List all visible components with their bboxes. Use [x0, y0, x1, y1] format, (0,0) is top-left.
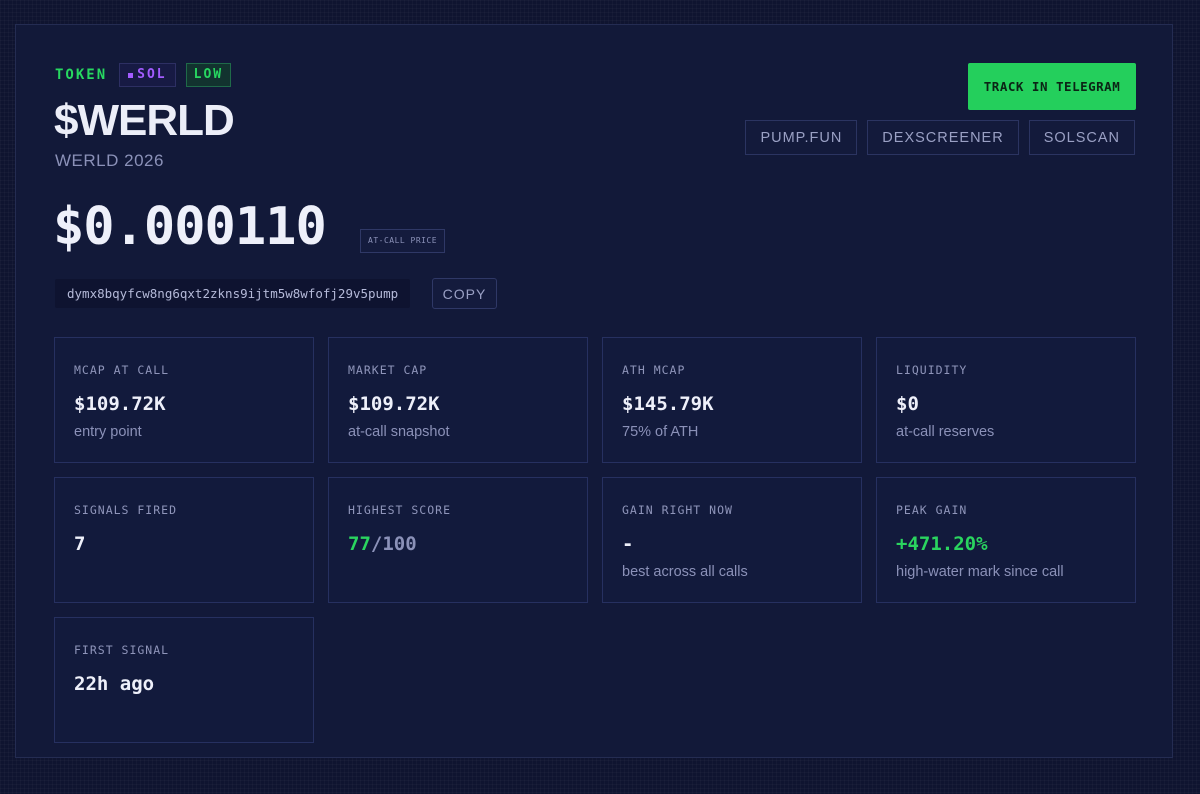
stat-value: 77/100 [348, 532, 568, 556]
stat-value: $145.79K [622, 393, 714, 415]
stat-label: PEAK GAIN [896, 503, 968, 517]
chain-badge: SOL [119, 63, 176, 87]
chain-label: SOL [137, 67, 167, 82]
stat-card-first-signal: FIRST SIGNAL 22h ago [54, 617, 314, 743]
stat-subtext: 75% of ATH [622, 424, 699, 440]
token-symbol: $WERLD [54, 96, 235, 145]
stat-value: +471.20% [896, 533, 988, 555]
stat-subtext: high-water mark since call [896, 564, 1064, 580]
score-max: /100 [370, 533, 417, 555]
stat-label: FIRST SIGNAL [74, 643, 170, 657]
stat-value: 22h ago [74, 673, 155, 695]
stat-label: SIGNALS FIRED [74, 503, 178, 517]
pumpfun-link[interactable]: PUMP.FUN [745, 120, 858, 155]
stat-card-gain-right-now: GAIN RIGHT NOW - best across all calls [602, 477, 862, 603]
solscan-link[interactable]: SOLSCAN [1028, 120, 1135, 155]
token-panel: TOKEN SOL LOW $WERLD WERLD 2026 $0.00011… [15, 24, 1173, 758]
stat-card-highest-score: HIGHEST SCORE 77/100 [328, 477, 588, 603]
stats-grid: MCAP AT CALL $109.72K entry point MARKET… [54, 337, 1136, 743]
stat-card-mcap-at-call: MCAP AT CALL $109.72K entry point [54, 337, 314, 463]
stat-subtext: entry point [74, 424, 142, 440]
stat-value: $0 [896, 393, 919, 415]
token-price: $0.000110 [53, 197, 327, 257]
stat-label: HIGHEST SCORE [348, 503, 452, 517]
contract-address: dymx8bqyfcw8ng6qxt2zkns9ijtm5w8wfofj29v5… [55, 279, 411, 308]
external-links: PUMP.FUN DEXSCREENER SOLSCAN [745, 120, 1135, 155]
stat-subtext: at-call reserves [896, 424, 995, 440]
track-telegram-button[interactable]: TRACK IN TELEGRAM [968, 63, 1136, 110]
price-badge: AT-CALL PRICE [360, 229, 446, 253]
risk-badge: LOW [185, 63, 232, 87]
stat-card-signals-fired: SIGNALS FIRED 7 [54, 477, 314, 603]
score-value: 77 [348, 533, 371, 555]
copy-address-button[interactable]: COPY [432, 278, 497, 309]
token-tags: TOKEN SOL LOW [55, 63, 232, 87]
stat-card-market-cap: MARKET CAP $109.72K at-call snapshot [328, 337, 588, 463]
stat-card-ath-mcap: ATH MCAP $145.79K 75% of ATH [602, 337, 862, 463]
stat-label: MARKET CAP [348, 363, 428, 377]
dexscreener-link[interactable]: DEXSCREENER [867, 120, 1019, 155]
token-name: WERLD 2026 [55, 151, 164, 170]
stat-label: GAIN RIGHT NOW [622, 503, 733, 517]
chain-dot-icon [128, 72, 134, 78]
token-tag: TOKEN [55, 67, 108, 83]
stat-value: 7 [74, 533, 86, 555]
stat-value: $109.72K [74, 393, 166, 415]
stat-value: - [622, 533, 634, 555]
stat-label: LIQUIDITY [896, 363, 968, 377]
stat-label: ATH MCAP [622, 363, 686, 377]
stat-card-liquidity: LIQUIDITY $0 at-call reserves [876, 337, 1136, 463]
stat-label: MCAP AT CALL [74, 363, 170, 377]
stat-value: $109.72K [348, 393, 440, 415]
stat-subtext: at-call snapshot [348, 424, 450, 440]
stat-card-peak-gain: PEAK GAIN +471.20% high-water mark since… [876, 477, 1136, 603]
stat-subtext: best across all calls [622, 564, 748, 580]
